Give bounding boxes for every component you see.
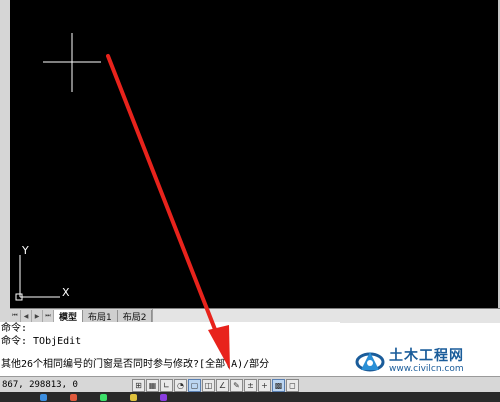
- annotation-arrow-overlay: [106, 54, 230, 370]
- annotation-arrow-shaft: [106, 54, 218, 334]
- annotation-arrow-head: [208, 325, 230, 370]
